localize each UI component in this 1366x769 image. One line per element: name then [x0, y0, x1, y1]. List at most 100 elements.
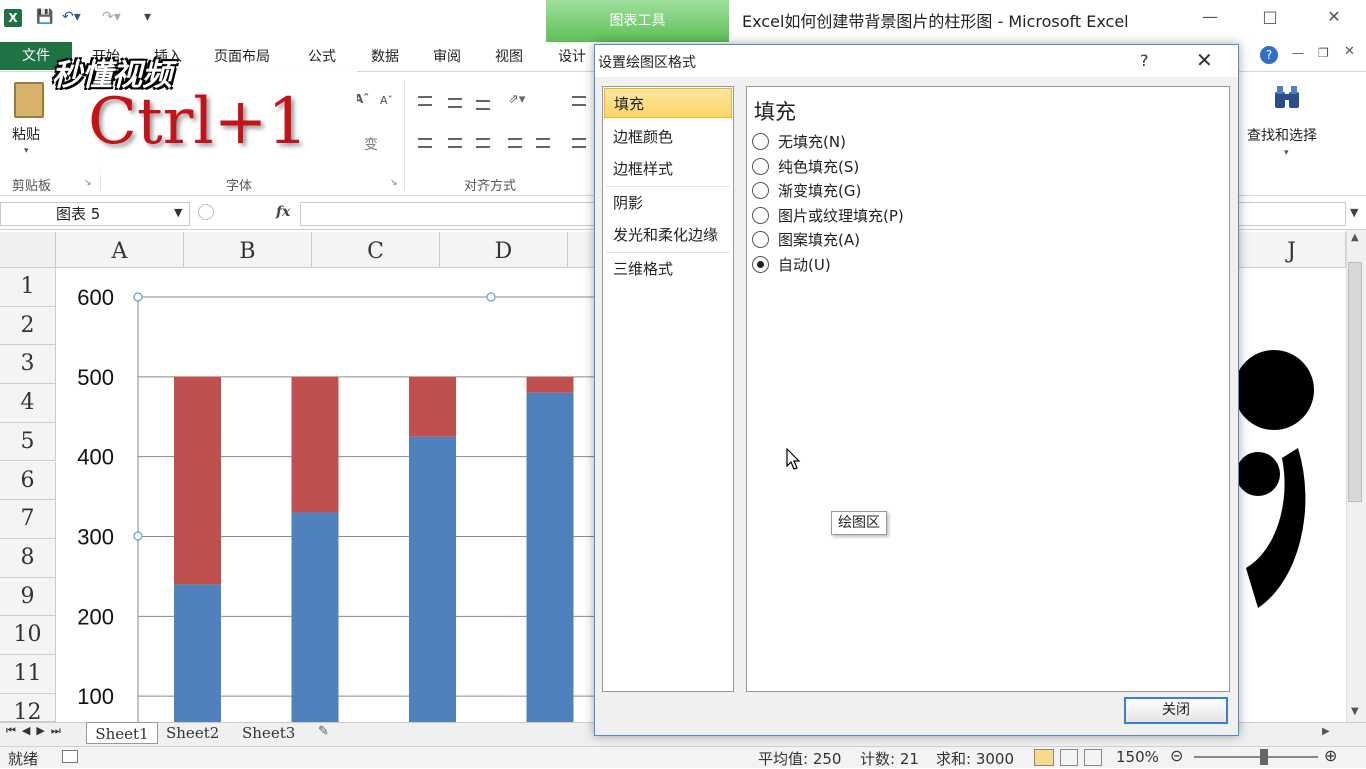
align-top-icon[interactable]: [418, 96, 432, 106]
nav-item-3d-format[interactable]: 三维格式: [604, 254, 732, 284]
radio-icon[interactable]: [752, 231, 769, 248]
binoculars-icon[interactable]: [1273, 84, 1301, 110]
row-header[interactable]: 1: [0, 268, 56, 307]
tab-data[interactable]: 数据: [371, 46, 399, 66]
nav-item-shadow[interactable]: 阴影: [604, 188, 732, 218]
row-header[interactable]: 7: [0, 500, 56, 539]
row-header[interactable]: 9: [0, 577, 56, 617]
align-center-icon[interactable]: [448, 138, 462, 148]
radio-selected-icon[interactable]: [752, 256, 769, 273]
help-icon[interactable]: ?: [1260, 46, 1278, 64]
align-bottom-icon[interactable]: [476, 100, 490, 110]
option-automatic[interactable]: 自动(U): [752, 254, 831, 276]
option-solid-fill[interactable]: 纯色填充(S): [752, 156, 859, 178]
zoom-slider-thumb[interactable]: [1260, 749, 1268, 765]
zoom-slider[interactable]: [1194, 756, 1318, 758]
row-header[interactable]: 2: [0, 306, 56, 346]
tab-page-layout[interactable]: 页面布局: [214, 46, 270, 66]
bar-segment[interactable]: [409, 376, 456, 437]
wrap-text-icon[interactable]: [572, 96, 586, 106]
hscroll-right-icon[interactable]: ▶: [1322, 726, 1330, 737]
row-header[interactable]: 5: [0, 422, 56, 462]
dialog-close-icon[interactable]: ✕: [1196, 48, 1213, 72]
option-gradient-fill[interactable]: 渐变填充(G): [752, 180, 861, 202]
maximize-icon[interactable]: □: [1250, 6, 1290, 30]
bar-segment[interactable]: [291, 376, 339, 513]
zoom-in-icon[interactable]: ⊕: [1324, 746, 1337, 765]
row-header[interactable]: 10: [0, 616, 56, 655]
radio-icon[interactable]: [752, 207, 769, 224]
scroll-up-icon[interactable]: ▲: [1351, 232, 1359, 243]
excel-app-icon[interactable]: X: [4, 9, 22, 27]
column-header-d[interactable]: D: [440, 232, 568, 268]
dialog-help-icon[interactable]: ?: [1140, 51, 1149, 70]
minimize-icon[interactable]: —: [1190, 6, 1230, 30]
insert-sheet-icon[interactable]: ✎: [318, 724, 329, 739]
zoom-level[interactable]: 150%: [1116, 748, 1159, 766]
shrink-font-icon[interactable]: Aˇ: [380, 94, 393, 107]
merge-center-icon[interactable]: [572, 138, 586, 148]
row-header[interactable]: 4: [0, 384, 56, 423]
nav-item-fill[interactable]: 填充: [604, 88, 732, 118]
name-box-dropdown-icon[interactable]: ▼: [174, 206, 182, 219]
ribbon-minimize-icon[interactable]: —: [1292, 46, 1304, 60]
stacked-column-chart[interactable]: 100 200 300 400 500 600: [56, 268, 594, 722]
sheet-nav-arrows-icon[interactable]: ⏮◀▶⏭: [6, 724, 67, 738]
bar-segment[interactable]: [526, 376, 574, 393]
align-right-icon[interactable]: [476, 138, 490, 148]
bar-segment[interactable]: [291, 512, 339, 722]
tab-design[interactable]: 设计: [558, 46, 586, 66]
row-header[interactable]: 6: [0, 461, 56, 501]
zoom-out-icon[interactable]: ⊝: [1170, 746, 1183, 765]
paste-dropdown-icon[interactable]: ▾: [24, 146, 29, 156]
ribbon-close-icon[interactable]: ✕: [1344, 44, 1355, 59]
paste-button[interactable]: 粘贴: [12, 124, 40, 144]
align-middle-icon[interactable]: [448, 98, 462, 108]
radio-icon[interactable]: [752, 133, 769, 150]
column-header-a[interactable]: A: [56, 232, 184, 268]
sheet-tab-2[interactable]: Sheet2: [166, 722, 219, 744]
redo-icon[interactable]: ↷▾: [102, 9, 121, 25]
row-header[interactable]: 8: [0, 538, 56, 578]
font-launcher-icon[interactable]: ↘: [390, 178, 398, 188]
clipboard-launcher-icon[interactable]: ↘: [84, 178, 92, 188]
option-picture-texture-fill[interactable]: 图片或纹理填充(P): [752, 205, 904, 227]
bar-segment[interactable]: [409, 436, 456, 722]
ribbon-restore-icon[interactable]: ❐: [1318, 46, 1329, 60]
close-icon[interactable]: ✕: [1314, 6, 1354, 30]
column-header-c[interactable]: C: [312, 232, 440, 268]
bar-segment[interactable]: [174, 376, 221, 585]
tab-formulas[interactable]: 公式: [308, 46, 336, 66]
row-header[interactable]: 11: [0, 655, 56, 694]
align-left-icon[interactable]: [418, 138, 432, 148]
undo-icon[interactable]: ↶▾: [62, 9, 81, 25]
scroll-down-icon[interactable]: ▼: [1351, 706, 1359, 717]
close-button[interactable]: 关闭: [1124, 697, 1228, 724]
radio-icon[interactable]: [752, 158, 769, 175]
tab-view[interactable]: 视图: [495, 46, 523, 66]
page-layout-view-icon[interactable]: [1060, 749, 1078, 766]
orientation-icon[interactable]: ⇗▾: [508, 92, 525, 107]
select-all-corner[interactable]: [0, 232, 56, 268]
page-break-view-icon[interactable]: [1084, 749, 1102, 766]
customize-qat-icon[interactable]: ▾: [144, 9, 151, 25]
tab-review[interactable]: 审阅: [433, 46, 461, 66]
option-pattern-fill[interactable]: 图案填充(A): [752, 229, 860, 251]
radio-icon[interactable]: [752, 182, 769, 199]
column-header-b[interactable]: B: [184, 232, 312, 268]
scrollbar-thumb[interactable]: [1348, 262, 1362, 502]
find-dropdown-icon[interactable]: ▾: [1284, 148, 1289, 158]
expand-formula-bar-icon[interactable]: ▼: [1350, 206, 1358, 219]
macro-record-icon[interactable]: [62, 750, 78, 763]
normal-view-icon[interactable]: [1034, 749, 1054, 766]
phonetic-icon[interactable]: 变: [364, 134, 378, 154]
paste-icon[interactable]: [14, 82, 44, 118]
find-select-button[interactable]: 查找和选择: [1247, 125, 1317, 145]
nav-item-glow-soft-edges[interactable]: 发光和柔化边缘: [604, 220, 732, 250]
nav-item-border-style[interactable]: 边框样式: [604, 154, 732, 184]
sheet-tab-3[interactable]: Sheet3: [242, 722, 295, 744]
column-header-j[interactable]: J: [1238, 232, 1346, 268]
row-header[interactable]: 12: [0, 693, 56, 725]
name-box[interactable]: 图表 5: [0, 202, 190, 226]
row-header[interactable]: 3: [0, 345, 56, 385]
